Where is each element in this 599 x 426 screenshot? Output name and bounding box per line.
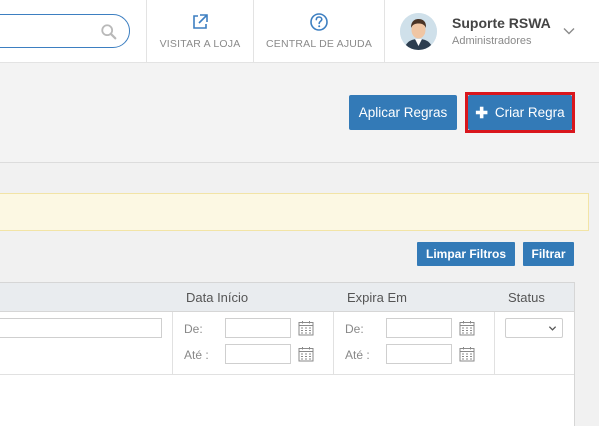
external-link-icon — [193, 14, 208, 29]
help-center-link[interactable]: CENTRAL DE AJUDA — [254, 0, 384, 63]
chevron-down-icon[interactable] — [562, 24, 576, 38]
plus-icon: ✚ — [475, 104, 488, 122]
search-icon[interactable] — [100, 23, 118, 41]
expires-from-input[interactable] — [386, 318, 452, 338]
apply-rules-button[interactable]: Aplicar Regras — [349, 95, 457, 130]
expires-from-label: De: — [345, 322, 364, 336]
calendar-icon[interactable] — [459, 346, 475, 362]
column-header-expires[interactable]: Expira Em — [347, 290, 407, 305]
column-header-status[interactable]: Status — [508, 290, 545, 305]
expires-to-label: Até : — [345, 348, 370, 362]
help-center-label: CENTRAL DE AJUDA — [265, 38, 373, 50]
info-alert — [0, 193, 589, 231]
create-rule-highlight: ✚ Criar Regra — [465, 92, 575, 133]
user-name[interactable]: Suporte RSWA — [452, 15, 551, 31]
calendar-icon[interactable] — [298, 346, 314, 362]
page-gutter — [575, 231, 599, 426]
user-role: Administradores — [452, 35, 532, 47]
column-divider — [172, 312, 173, 374]
start-date-to-input[interactable] — [225, 344, 291, 364]
start-date-to-label: Até : — [184, 348, 209, 362]
calendar-icon[interactable] — [298, 320, 314, 336]
user-avatar-icon — [400, 13, 437, 50]
name-filter-input[interactable] — [0, 318, 162, 338]
start-date-from-input[interactable] — [225, 318, 291, 338]
header-divider — [384, 0, 385, 63]
calendar-icon[interactable] — [459, 320, 475, 336]
help-circle-icon — [310, 13, 328, 31]
avatar[interactable] — [400, 13, 437, 50]
row-divider — [0, 374, 574, 375]
top-header: VISITAR A LOJA CENTRAL DE AJUDA Suporte … — [0, 0, 599, 63]
visit-store-link[interactable]: VISITAR A LOJA — [147, 0, 253, 63]
create-rule-label: Criar Regra — [494, 105, 565, 120]
visit-store-label: VISITAR A LOJA — [159, 38, 241, 50]
search-input[interactable] — [0, 14, 130, 48]
column-divider — [333, 312, 334, 374]
clear-filters-button[interactable]: Limpar Filtros — [417, 242, 515, 266]
create-rule-button[interactable]: ✚ Criar Regra — [468, 95, 572, 130]
column-divider — [494, 312, 495, 374]
status-select[interactable] — [505, 318, 563, 338]
start-date-from-label: De: — [184, 322, 203, 336]
table-header: Data Início Expira Em Status — [0, 283, 574, 312]
chevron-down-icon — [548, 326, 557, 331]
expires-to-input[interactable] — [386, 344, 452, 364]
rules-table: Data Início Expira Em Status De: Até : D… — [0, 282, 575, 426]
filter-button[interactable]: Filtrar — [523, 242, 574, 266]
page-toolbar: Aplicar Regras ✚ Criar Regra — [0, 63, 599, 163]
column-header-start-date[interactable]: Data Início — [186, 290, 248, 305]
